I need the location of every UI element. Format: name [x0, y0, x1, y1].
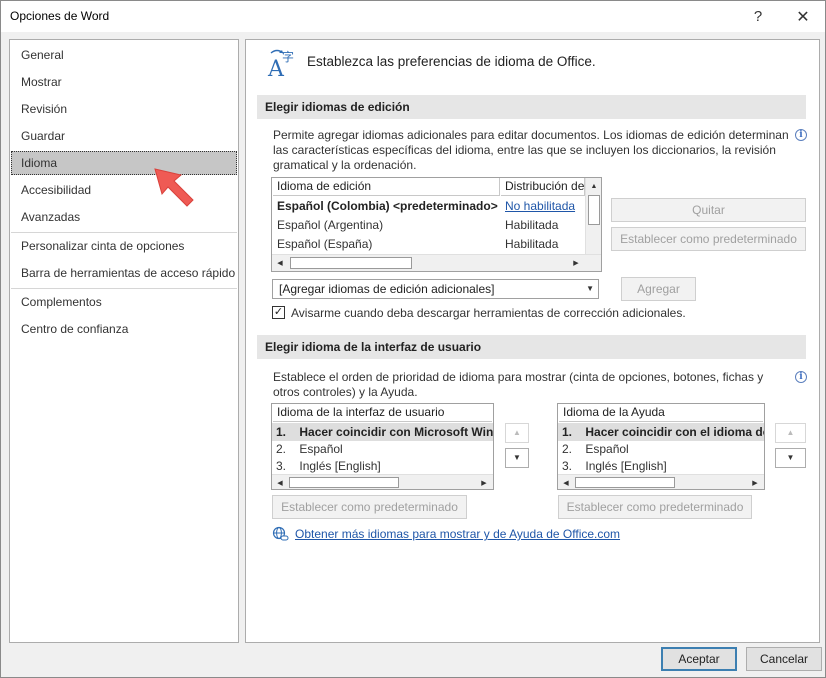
list-item-number: 1. — [276, 425, 287, 439]
scroll-thumb[interactable] — [289, 477, 399, 488]
column-header-display-language: Idioma de la interfaz de usuario — [273, 404, 492, 422]
table-row-language[interactable]: Español (Colombia) <predeterminado> — [273, 197, 500, 216]
list-item-label: Español — [585, 442, 629, 456]
vertical-scrollbar[interactable]: ▲ — [585, 178, 601, 254]
nav-item-idioma[interactable]: Idioma — [11, 151, 237, 175]
list-item-number: 3. — [562, 459, 573, 473]
more-languages-link[interactable]: Obtener más idiomas para mostrar y de Ay… — [295, 527, 620, 541]
nav-item-revision[interactable]: Revisión — [11, 97, 237, 121]
table-row-status: Habilitada — [505, 218, 559, 232]
add-button[interactable]: Agregar — [621, 277, 696, 301]
scroll-left-icon[interactable]: ◀ — [272, 255, 288, 271]
enable-keyboard-link[interactable]: No habilitada — [501, 197, 585, 216]
notify-checkbox[interactable]: ✓ — [272, 306, 285, 319]
window-title: Opciones de Word — [10, 9, 110, 23]
set-default-editing-button[interactable]: Establecer como predeterminado — [611, 227, 806, 251]
arrow-up-icon: ▲ — [786, 428, 795, 437]
language-icon: A 字 — [267, 49, 294, 79]
list-item-label: Hacer coincidir con Microsoft Wind — [299, 425, 493, 439]
nav-item-general[interactable]: General — [11, 43, 237, 67]
column-header-help-language: Idioma de la Ayuda — [559, 404, 763, 422]
table-row-language[interactable]: Español (España) — [273, 235, 500, 254]
horizontal-scrollbar[interactable]: ◀ ▶ — [272, 474, 493, 489]
horizontal-scrollbar[interactable]: ◀ ▶ — [272, 254, 601, 271]
nav-item-accesibilidad[interactable]: Accesibilidad — [11, 178, 237, 202]
scroll-right-icon[interactable]: ▶ — [747, 475, 763, 489]
close-icon: ✕ — [796, 8, 810, 26]
nav-item-avanzadas[interactable]: Avanzadas — [11, 205, 237, 229]
column-header-distribution[interactable]: Distribución de — [501, 178, 585, 196]
list-item-label: Inglés [English] — [585, 459, 667, 473]
nav-divider — [11, 288, 237, 289]
move-up-button[interactable]: ▲ — [775, 423, 806, 443]
list-item-number: 2. — [276, 442, 287, 456]
list-item[interactable]: 3. Inglés [English] — [272, 458, 493, 475]
nav-item-mostrar[interactable]: Mostrar — [11, 70, 237, 94]
word-options-dialog: Opciones de Word ? ✕ General Mostrar Rev… — [0, 0, 826, 678]
horizontal-scrollbar[interactable]: ◀ ▶ — [558, 474, 764, 489]
notify-checkbox-label: Avisarme cuando deba descargar herramien… — [291, 306, 686, 320]
info-icon[interactable]: i — [795, 371, 807, 383]
scroll-left-icon[interactable]: ◀ — [272, 475, 288, 489]
list-item[interactable]: 3. Inglés [English] — [558, 458, 764, 475]
chevron-down-icon: ▼ — [586, 284, 594, 293]
scroll-left-icon[interactable]: ◀ — [558, 475, 574, 489]
table-row-language[interactable]: Español (Argentina) — [273, 216, 500, 235]
scroll-right-icon[interactable]: ▶ — [568, 255, 584, 271]
options-nav: General Mostrar Revisión Guardar Idioma … — [9, 39, 239, 643]
dropdown-value: [Agregar idiomas de edición adicionales] — [279, 282, 495, 296]
list-item-number: 3. — [276, 459, 287, 473]
section-ui-language: Elegir idioma de la interfaz de usuario — [257, 335, 806, 359]
list-item[interactable]: 2. Español — [272, 441, 493, 458]
page-title: Establezca las preferencias de idioma de… — [307, 54, 596, 69]
move-up-button[interactable]: ▲ — [505, 423, 529, 443]
section-editing-languages: Elegir idiomas de edición — [257, 95, 806, 119]
column-header-editing-language[interactable]: Idioma de edición — [273, 178, 500, 196]
ui-language-description: Establece el orden de prioridad de idiom… — [273, 370, 764, 399]
nav-item-personalizar-cinta[interactable]: Personalizar cinta de opciones — [11, 234, 237, 258]
scroll-thumb[interactable] — [575, 477, 675, 488]
nav-item-barra-acceso-rapido[interactable]: Barra de herramientas de acceso rápido — [11, 261, 237, 285]
pointer-arrow-icon — [154, 168, 194, 207]
scroll-right-icon[interactable]: ▶ — [476, 475, 492, 489]
list-item[interactable]: 1. Hacer coincidir con Microsoft Wind — [272, 423, 493, 441]
list-item-number: 2. — [562, 442, 573, 456]
table-row-status: Habilitada — [505, 237, 559, 251]
add-editing-language-dropdown[interactable]: [Agregar idiomas de edición adicionales]… — [272, 279, 599, 299]
info-icon[interactable]: i — [795, 129, 807, 141]
move-down-button[interactable]: ▼ — [505, 448, 529, 468]
editing-description: Permite agregar idiomas adicionales para… — [273, 128, 789, 172]
list-item-number: 1. — [562, 425, 573, 439]
nav-item-guardar[interactable]: Guardar — [11, 124, 237, 148]
arrow-down-icon: ▼ — [786, 453, 795, 462]
scroll-thumb[interactable] — [290, 257, 412, 269]
remove-button[interactable]: Quitar — [611, 198, 806, 222]
scroll-up-icon[interactable]: ▲ — [586, 178, 601, 194]
nav-item-centro-confianza[interactable]: Centro de confianza — [11, 317, 237, 341]
nav-item-complementos[interactable]: Complementos — [11, 290, 237, 314]
nav-divider — [11, 232, 237, 233]
list-item-label: Español — [299, 442, 343, 456]
list-item[interactable]: 1. Hacer coincidir con el idioma de — [558, 423, 764, 441]
globe-link-icon — [272, 526, 289, 541]
move-down-button[interactable]: ▼ — [775, 448, 806, 468]
list-item[interactable]: 2. Español — [558, 441, 764, 458]
help-icon: ? — [753, 8, 763, 25]
svg-text:字: 字 — [282, 49, 294, 64]
arrow-down-icon: ▼ — [513, 453, 521, 462]
help-language-list[interactable]: Idioma de la Ayuda 1. Hacer coincidir co… — [557, 403, 765, 490]
title-bar: Opciones de Word ? ✕ — [1, 1, 825, 32]
arrow-up-icon: ▲ — [513, 428, 521, 437]
ok-button[interactable]: Aceptar — [661, 647, 737, 671]
cancel-button[interactable]: Cancelar — [746, 647, 822, 671]
close-button[interactable]: ✕ — [783, 1, 823, 32]
set-default-display-button[interactable]: Establecer como predeterminado — [272, 495, 467, 519]
set-default-help-button[interactable]: Establecer como predeterminado — [558, 495, 752, 519]
display-language-list[interactable]: Idioma de la interfaz de usuario 1. Hace… — [271, 403, 494, 490]
list-item-label: Inglés [English] — [299, 459, 381, 473]
list-item-label: Hacer coincidir con el idioma de — [585, 425, 764, 439]
scroll-thumb[interactable] — [588, 195, 600, 225]
help-button[interactable]: ? — [738, 1, 778, 32]
editing-languages-table[interactable]: Idioma de edición Distribución de Españo… — [271, 177, 602, 272]
